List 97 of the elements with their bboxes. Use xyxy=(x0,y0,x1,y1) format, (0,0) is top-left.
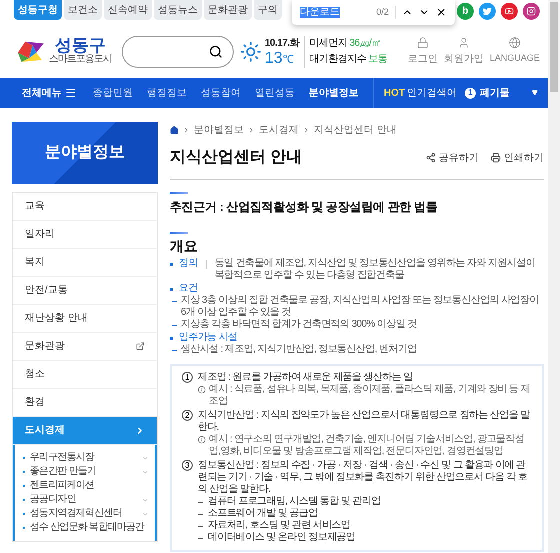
example-note: 예시 : 식료품, 섬유나 의복, 목제품, 종이제품, 플라스틱 제품, 기계와 장비 등 제조업 xyxy=(209,384,532,408)
join-link[interactable]: 회원가입 xyxy=(444,36,484,66)
rank-badge: 1 xyxy=(465,88,476,98)
sidebar-item[interactable]: 안전/교통 xyxy=(13,277,157,305)
nav-item[interactable]: 종합민원 xyxy=(93,86,133,100)
sidebar-item[interactable]: 문화관광 xyxy=(13,333,157,361)
chevron-icon xyxy=(135,426,145,436)
share-button[interactable]: 공유하기 xyxy=(426,150,479,166)
site-tab[interactable]: 구의 xyxy=(254,0,282,20)
sidebar-header: 분야별정보 xyxy=(12,122,158,184)
section-heading: 추진근거 : 산업집적활성화 및 공장설립에 관한 법률 xyxy=(170,199,439,216)
industry-subitem: 데이터베이스 및 온라인 정보제공업 xyxy=(208,532,356,544)
overview-subitem: 생산시설 : 제조업, 지식기반산업, 정보통신산업, 벤처기업 xyxy=(181,344,417,356)
industry-definition: 지식기반산업 : 지식의 집약도가 높은 산업으로서 대통령령으로 정하는 산업을 말한다. xyxy=(198,410,532,434)
overview-label: 요건 xyxy=(179,283,198,295)
industry-subitem: 소프트웨어 개발 및 공급업 xyxy=(208,508,318,520)
logo-slogan: 스마트포용도시 xyxy=(49,54,112,66)
instagram-link[interactable] xyxy=(523,3,540,20)
twitter-link[interactable] xyxy=(479,3,496,20)
camera-icon xyxy=(527,7,536,16)
search-icon[interactable] xyxy=(209,44,223,58)
overview-label: 정의 xyxy=(179,258,198,271)
all-menu-button[interactable]: 전체메뉴 xyxy=(22,86,77,100)
submenu-item[interactable]: 성수 산업문화 복합테마공간 xyxy=(23,521,149,535)
overview-label: 입주가능 시설 xyxy=(179,332,238,344)
industry-definition: 정보통신산업 : 정보의 수집 · 가공 · 저장 · 검색 · 송신 · 수신 및 그 활용과 이에 관련되는 기기 · 기술 · 역무, 그 밖에 정보화를 촉진하기 위한 산업으로서 다음 각 호의 산업을 말한다. xyxy=(198,460,529,496)
sidebar-item[interactable]: 복지 xyxy=(13,249,157,277)
info-icon xyxy=(198,436,206,444)
language-link[interactable]: LANGUAGE xyxy=(490,36,540,66)
logo-icon xyxy=(16,40,46,64)
bird-icon xyxy=(483,7,492,16)
lock-icon xyxy=(416,36,429,48)
heading-accent xyxy=(170,192,188,194)
fine-dust-reading: 미세먼지 36㎍/㎥ xyxy=(309,36,382,50)
youtube-link[interactable] xyxy=(501,3,518,20)
popular-keyword[interactable]: 폐기물 xyxy=(480,86,510,100)
play-icon xyxy=(505,7,514,16)
print-icon xyxy=(491,153,501,163)
globe-icon xyxy=(508,36,521,48)
site-tab[interactable]: 신속예약 xyxy=(104,0,152,20)
sidebar-item[interactable]: 재난상황 안내 xyxy=(13,305,157,333)
nav-item[interactable]: 분야별정보 xyxy=(309,86,359,100)
temperature: 13℃ xyxy=(265,51,295,67)
login-link[interactable]: 로그인 xyxy=(408,36,438,66)
site-tab[interactable]: 성동구청 xyxy=(14,0,62,20)
home-icon[interactable] xyxy=(170,126,179,135)
print-button[interactable]: 인쇄하기 xyxy=(491,150,544,166)
industry-definition: 제조업 : 원료를 가공하여 새로운 제품을 생산하는 일 xyxy=(198,372,414,384)
search-field[interactable] xyxy=(122,36,234,68)
breadcrumb-link[interactable]: 지식산업센터 안내 xyxy=(314,123,397,138)
person-icon xyxy=(458,36,470,48)
page-title: 지식산업센터 안내 xyxy=(170,148,304,168)
industry-subitem: 자료처리, 호스팅 및 관련 서비스업 xyxy=(208,520,350,532)
share-icon xyxy=(426,153,436,163)
logo-name: 성동구 xyxy=(55,36,106,54)
overview-subitem: 지상 3층 이상의 집합 건축물로 공장, 지식산업의 사업장 또는 정보통신산업의 사업장이 6개 이상 입주할 수 있을 것 xyxy=(181,295,540,319)
chevron-icon xyxy=(183,127,190,134)
site-tab[interactable]: 문화관광 xyxy=(204,0,252,20)
chevron-icon xyxy=(303,127,310,134)
heading-accent xyxy=(170,232,188,234)
breadcrumb-link[interactable]: 도시경제 xyxy=(259,123,299,138)
menu-icon xyxy=(65,87,77,99)
air-quality-reading: 대기환경지수 보통 xyxy=(309,52,388,66)
submenu-item[interactable]: 젠트리피케이션 xyxy=(23,479,149,493)
popular-searches-label: 인기검색어 xyxy=(407,86,458,100)
submenu-item[interactable]: 우리구전통시장 xyxy=(23,451,149,465)
sidebar-item[interactable]: 일자리 xyxy=(13,221,157,249)
industry-subitem: 컴퓨터 프로그래밍, 시스템 통합 및 관리업 xyxy=(208,496,381,508)
close-icon[interactable] xyxy=(436,7,447,18)
submenu-item[interactable]: 성동지역경제혁신센터 xyxy=(23,507,149,521)
nav-item[interactable]: 열린성동 xyxy=(255,86,295,100)
info-icon xyxy=(198,386,206,394)
find-input[interactable]: 다운로드 xyxy=(300,5,370,20)
example-note: 예시 : 연구소의 연구개발업, 건축기술, 엔지니어링 기술서비스업, 광고물작성업,영화, 비디오물 및 방송프로그램 제작업, 전문디자인업, 경영컨설팅업 xyxy=(209,434,526,458)
match-count: 0/2 xyxy=(376,6,396,20)
sidebar-item[interactable]: 교육 xyxy=(13,193,157,221)
nav-item[interactable]: 성동참여 xyxy=(201,86,241,100)
hot-label: HOT xyxy=(384,86,406,100)
scrollbar[interactable] xyxy=(548,0,560,553)
number-badge: 2 xyxy=(182,410,193,421)
number-badge: 1 xyxy=(182,372,193,383)
breadcrumb-link[interactable]: 분야별정보 xyxy=(194,123,244,138)
nav-item[interactable]: 행정정보 xyxy=(147,86,187,100)
sun-icon xyxy=(240,40,262,62)
overview-subitem: 지상층 각층 바닥면적 합계가 건축면적의 300% 이상일 것 xyxy=(181,319,417,331)
number-badge: 3 xyxy=(182,460,193,471)
site-tab[interactable]: 성동뉴스 xyxy=(154,0,202,20)
section-heading: 개요 xyxy=(170,237,199,255)
submenu-item[interactable]: 공공디자인 xyxy=(23,493,149,507)
chevron-icon xyxy=(248,127,255,134)
sidebar-item[interactable]: 청소 xyxy=(13,361,157,389)
weather-date: 10.17.화 xyxy=(265,37,300,51)
site-tab[interactable]: 보건소 xyxy=(64,0,102,20)
submenu-item[interactable]: 좋은간판 만들기 xyxy=(23,465,149,479)
overview-text: 동일 건축물에 제조업, 지식산업 및 정보통신산업을 영위하는 자와 지원시설이 복합적으로 입주할 수 있는 다층형 집합건축물 xyxy=(214,258,536,282)
sidebar-item[interactable]: 도시경제 xyxy=(13,417,157,445)
caret-icon[interactable] xyxy=(532,90,538,96)
